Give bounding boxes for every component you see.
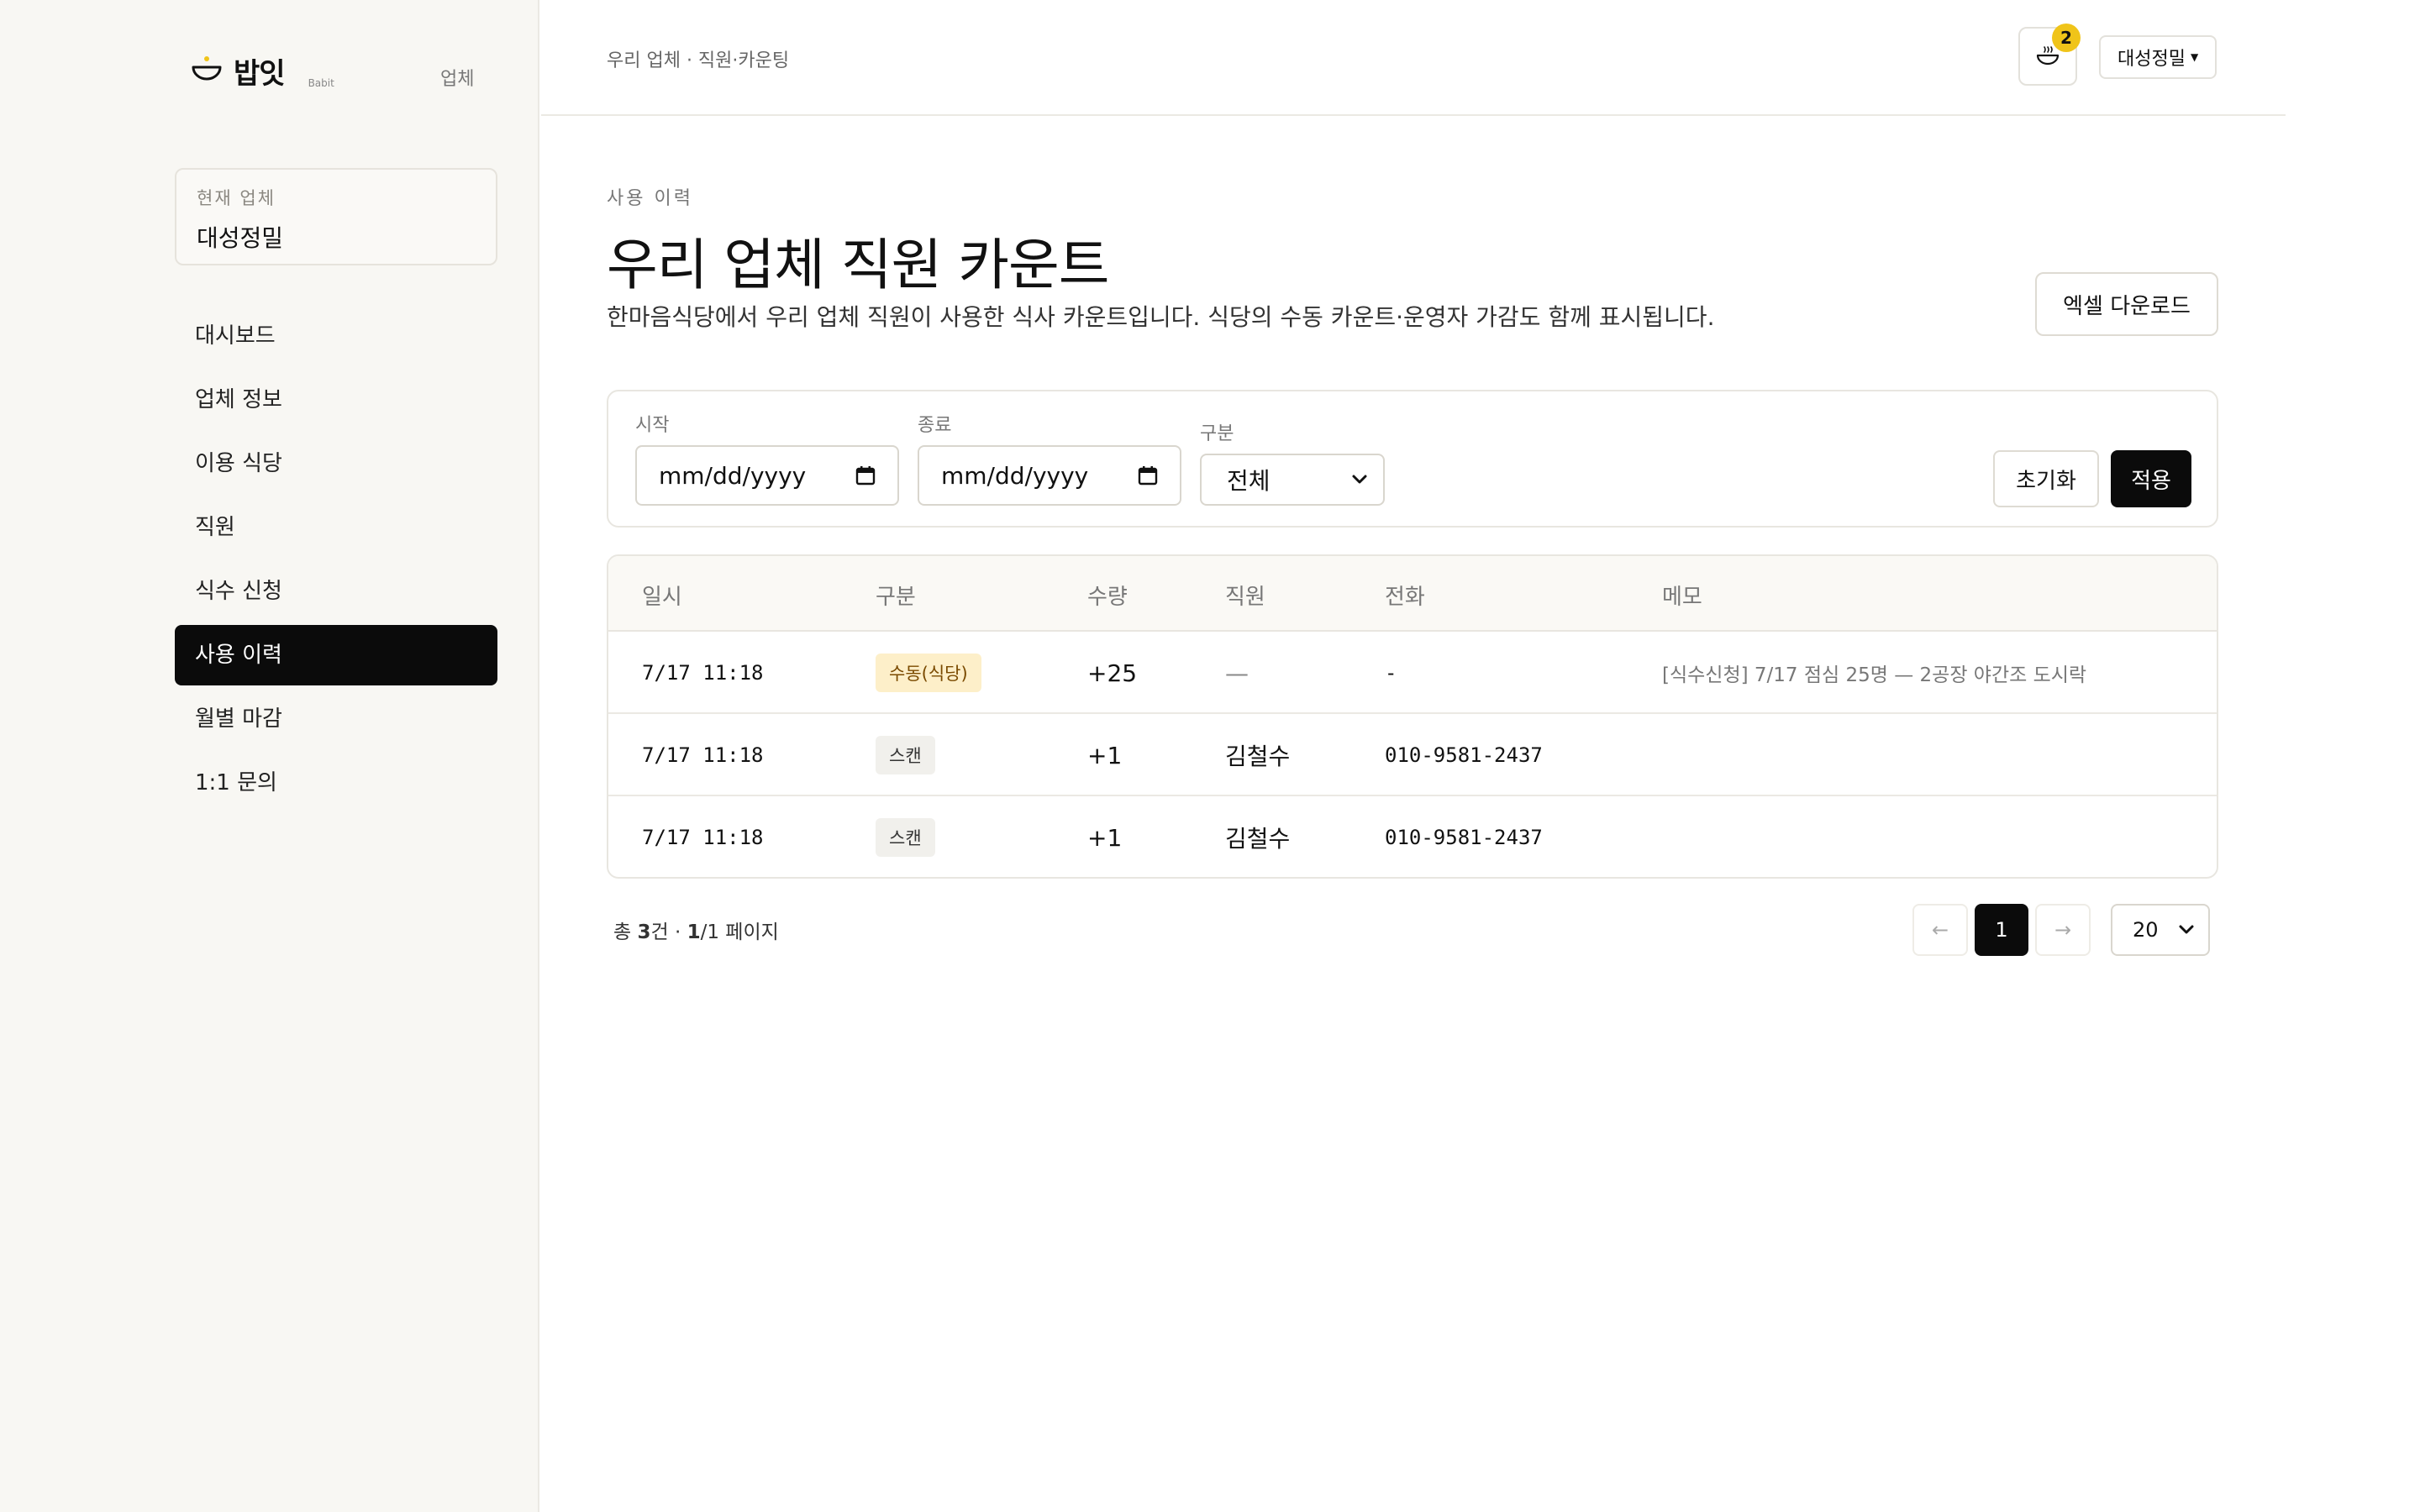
sidebar: 밥잇 Babit 업체 현재 업체 대성정밀 대시보드 업체 정보 이용 식당 … <box>0 0 539 1512</box>
cell-employee: 김철수 <box>1225 743 1291 770</box>
cell-datetime: 7/17 11:18 <box>642 661 764 685</box>
end-date-input[interactable]: mm/dd/yyyy <box>918 445 1181 506</box>
table-row[interactable]: 7/17 11:18 스캔 +1 김철수 010-9581-2437 <box>608 714 2217 796</box>
summary-mid: 건 · <box>650 921 687 943</box>
end-date-value: mm/dd/yyyy <box>941 461 1089 490</box>
sidebar-item-monthly-close[interactable]: 월별 마감 <box>175 689 497 749</box>
brand-subtitle: Babit <box>308 77 334 89</box>
reset-button[interactable]: 초기화 <box>1993 450 2099 507</box>
cell-quantity: +1 <box>1087 823 1123 852</box>
column-header-type: 구분 <box>876 585 916 610</box>
rice-bowl-logo-icon <box>192 56 222 81</box>
chevron-down-icon <box>1352 475 1367 484</box>
breadcrumb: 우리 업체 · 직원·카운팅 <box>607 50 790 71</box>
cell-quantity: +25 <box>1087 659 1138 687</box>
sidebar-item-employees[interactable]: 직원 <box>175 497 497 558</box>
type-filter-label: 구분 <box>1200 423 1234 444</box>
start-date-input[interactable]: mm/dd/yyyy <box>635 445 899 506</box>
cell-type: 수동(식당) <box>876 632 981 714</box>
summary-current-page: 1 <box>687 921 701 943</box>
summary-total-count: 3 <box>637 921 651 943</box>
filter-panel: 시작 mm/dd/yyyy 종료 mm/dd/yyyy 구분 전체 초기화 적용 <box>607 390 2218 528</box>
company-menu-label: 대성정밀 <box>2118 49 2186 70</box>
notification-button[interactable]: 2 <box>2018 24 2081 86</box>
cell-type: 스캔 <box>876 714 935 796</box>
top-header: 우리 업체 · 직원·카운팅 2 대성정밀 ▼ <box>541 0 2286 116</box>
sidebar-item-usage-history[interactable]: 사용 이력 <box>175 625 497 685</box>
page-description: 한마음식당에서 우리 업체 직원이 사용한 식사 카운트입니다. 식당의 수동 … <box>607 303 1715 331</box>
type-badge: 스캔 <box>876 818 935 857</box>
cell-type: 스캔 <box>876 796 935 877</box>
page-eyebrow: 사용 이력 <box>607 188 693 209</box>
column-header-memo: 메모 <box>1662 585 1702 610</box>
table-row[interactable]: 7/17 11:18 스캔 +1 김철수 010-9581-2437 <box>608 796 2217 877</box>
current-company-value: 대성정밀 <box>197 224 284 252</box>
page-size-value: 20 <box>2133 918 2159 942</box>
sidebar-item-company-info[interactable]: 업체 정보 <box>175 370 497 430</box>
excel-download-button[interactable]: 엑셀 다운로드 <box>2035 272 2218 336</box>
cell-employee: 김철수 <box>1225 825 1291 853</box>
cell-phone: 010-9581-2437 <box>1385 743 1543 767</box>
sidebar-nav: 대시보드 업체 정보 이용 식당 직원 식수 신청 사용 이력 월별 마감 1:… <box>175 306 497 816</box>
notification-count-badge: 2 <box>2052 24 2081 52</box>
prev-page-button[interactable]: ← <box>1912 904 1968 956</box>
current-company-box: 현재 업체 대성정밀 <box>175 168 497 265</box>
page-1-button[interactable]: 1 <box>1975 904 2028 956</box>
column-header-quantity: 수량 <box>1087 585 1128 610</box>
caret-down-icon: ▼ <box>2190 51 2199 63</box>
cell-memo: [식수신청] 7/17 점심 25명 — 2공장 야간조 도시락 <box>1662 664 2087 686</box>
type-badge: 수동(식당) <box>876 654 981 692</box>
sidebar-item-inquiry[interactable]: 1:1 문의 <box>175 753 497 813</box>
column-header-employee: 직원 <box>1225 585 1265 610</box>
cell-phone: - <box>1385 661 1397 685</box>
pagination-summary: 총 3건 · 1/1 페이지 <box>613 916 779 944</box>
cell-datetime: 7/17 11:18 <box>642 743 764 767</box>
cell-phone: 010-9581-2437 <box>1385 826 1543 849</box>
page-size-select[interactable]: 20 <box>2111 904 2210 956</box>
table-header: 일시 구분 수량 직원 전화 메모 <box>608 556 2217 632</box>
brand-name: 밥잇 <box>234 57 286 91</box>
next-page-button[interactable]: → <box>2035 904 2091 956</box>
table-row[interactable]: 7/17 11:18 수동(식당) +25 — - [식수신청] 7/17 점심… <box>608 632 2217 714</box>
type-filter-select[interactable]: 전체 <box>1200 454 1385 506</box>
summary-total-pages: /1 페이지 <box>700 921 779 943</box>
role-tag: 업체 <box>440 69 475 90</box>
company-menu-button[interactable]: 대성정밀 ▼ <box>2099 35 2217 79</box>
summary-prefix: 총 <box>613 921 638 943</box>
type-filter-value: 전체 <box>1227 467 1270 495</box>
cell-datetime: 7/17 11:18 <box>642 826 764 849</box>
type-badge: 스캔 <box>876 736 935 774</box>
usage-table: 일시 구분 수량 직원 전화 메모 7/17 11:18 수동(식당) +25 … <box>607 554 2218 879</box>
calendar-icon[interactable] <box>1138 465 1158 486</box>
apply-button[interactable]: 적용 <box>2111 450 2191 507</box>
chevron-down-icon <box>2179 925 2194 934</box>
sidebar-item-dashboard[interactable]: 대시보드 <box>175 306 497 366</box>
calendar-icon[interactable] <box>855 465 876 486</box>
cell-quantity: +1 <box>1087 741 1123 769</box>
start-date-label: 시작 <box>635 415 670 436</box>
cell-employee: — <box>1225 659 1249 687</box>
end-date-label: 종료 <box>918 415 952 436</box>
brand[interactable]: 밥잇 Babit <box>190 56 334 91</box>
column-header-datetime: 일시 <box>642 585 682 610</box>
current-company-label: 현재 업체 <box>197 188 276 208</box>
sidebar-item-restaurants[interactable]: 이용 식당 <box>175 433 497 494</box>
sidebar-item-meal-request[interactable]: 식수 신청 <box>175 561 497 622</box>
page-title: 우리 업체 직원 카운트 <box>607 233 1109 297</box>
start-date-value: mm/dd/yyyy <box>659 461 807 490</box>
column-header-phone: 전화 <box>1385 585 1425 610</box>
